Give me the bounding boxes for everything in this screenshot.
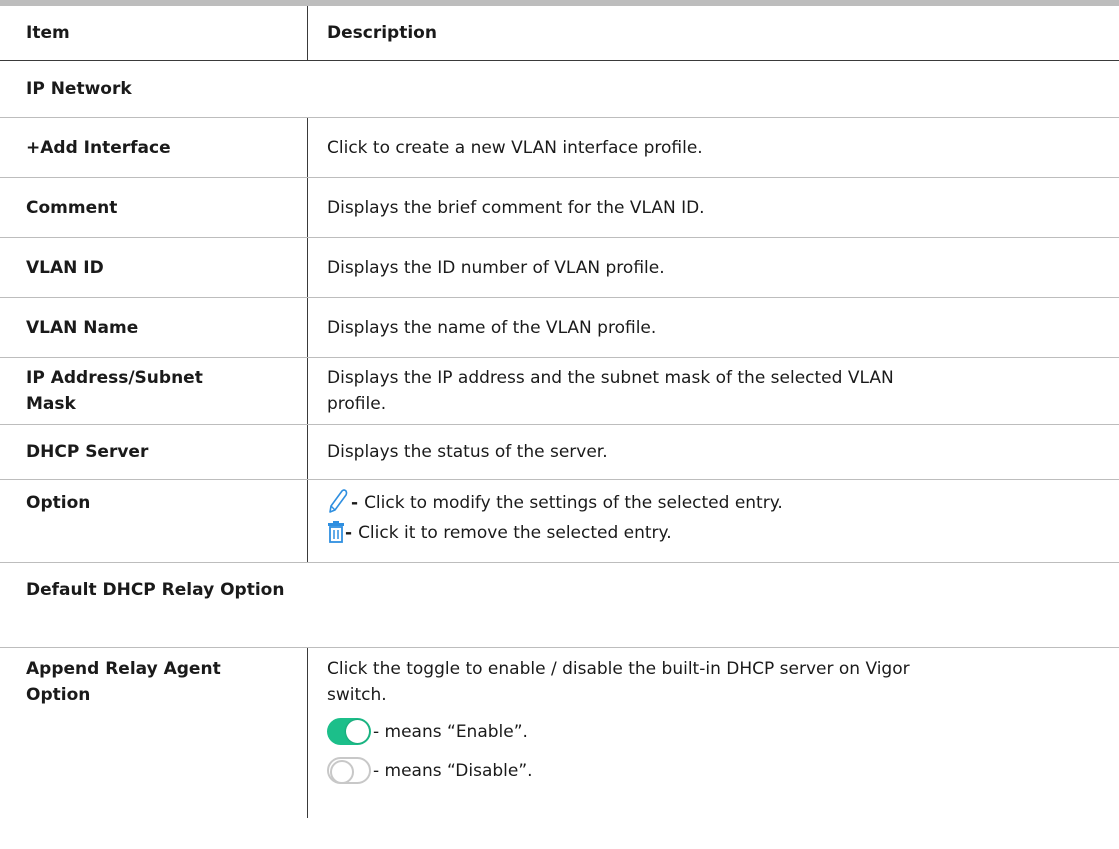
toggle-enable-line: - means “Enable”. xyxy=(327,712,1099,751)
table-row: DHCP Server Displays the status of the s… xyxy=(0,425,1119,479)
row-description: Displays the brief comment for the VLAN … xyxy=(327,197,705,218)
row-description-line: Click the toggle to enable / disable the… xyxy=(327,659,910,679)
row-description: Displays the name of the VLAN profile. xyxy=(327,317,657,338)
toggle-off-icon xyxy=(327,757,371,784)
table-row: Comment Displays the brief comment for t… xyxy=(0,178,1119,237)
row-item: Option xyxy=(26,493,91,513)
toggle-disable-line: - means “Disable”. xyxy=(327,751,1099,790)
table-header-row: Item Description xyxy=(0,6,1119,60)
table-row: VLAN Name Displays the name of the VLAN … xyxy=(0,298,1119,357)
section-ip-network: IP Network xyxy=(0,61,1119,117)
row-item: VLAN ID xyxy=(26,257,104,278)
header-description: Description xyxy=(327,23,437,43)
edit-option-line: - Click to modify the settings of the se… xyxy=(327,486,1099,516)
row-description: Displays the status of the server. xyxy=(327,442,608,462)
toggle-enable-text: - means “Enable”. xyxy=(373,721,528,742)
delete-dash: - xyxy=(345,523,353,543)
table-row: VLAN ID Displays the ID number of VLAN p… xyxy=(0,238,1119,297)
row-item: IP Address/Subnet Mask xyxy=(0,365,307,417)
section-title: Default DHCP Relay Option xyxy=(26,580,285,600)
delete-option-text: Click it to remove the selected entry. xyxy=(358,523,672,543)
toggle-on-icon xyxy=(327,718,371,745)
row-item: VLAN Name xyxy=(26,317,139,338)
row-description-line: Displays the IP address and the subnet m… xyxy=(327,368,894,388)
table-row: +Add Interface Click to create a new VLA… xyxy=(0,118,1119,177)
row-description: Click the toggle to enable / disable the… xyxy=(307,648,1119,818)
row-description: Displays the ID number of VLAN profile. xyxy=(327,257,665,278)
toggle-disable-text: - means “Disable”. xyxy=(373,760,533,781)
header-item: Item xyxy=(26,23,70,43)
section-title: IP Network xyxy=(26,79,132,99)
row-item: DHCP Server xyxy=(26,442,149,462)
trash-icon xyxy=(327,521,345,543)
row-item: Append Relay Agent Option xyxy=(0,648,307,818)
edit-option-text: Click to modify the settings of the sele… xyxy=(364,493,783,513)
delete-option-line: - Click it to remove the selected entry. xyxy=(327,516,1099,546)
table-row: Append Relay Agent Option Click the togg… xyxy=(0,648,1119,818)
row-item-line: Option xyxy=(26,685,91,705)
pencil-icon xyxy=(327,486,349,516)
section-default-dhcp-relay: Default DHCP Relay Option xyxy=(0,563,1119,647)
edit-dash: - xyxy=(351,493,359,513)
row-description: Click to create a new VLAN interface pro… xyxy=(327,137,703,158)
row-description-line: switch. xyxy=(327,685,387,705)
row-description: - Click to modify the settings of the se… xyxy=(307,480,1119,562)
table-row: IP Address/Subnet Mask Displays the IP a… xyxy=(0,358,1119,424)
row-item: +Add Interface xyxy=(26,137,171,158)
row-description: Displays the IP address and the subnet m… xyxy=(307,365,1119,417)
table-row: Option - Click to modify the settings of… xyxy=(0,480,1119,562)
row-description-line: profile. xyxy=(327,394,387,414)
row-item-line: Append Relay Agent xyxy=(26,659,221,679)
description-table: Item Description IP Network +Add Interfa… xyxy=(0,0,1119,818)
row-item-line: Mask xyxy=(26,394,76,414)
row-item: Comment xyxy=(26,197,118,218)
row-item-line: IP Address/Subnet xyxy=(26,368,203,388)
